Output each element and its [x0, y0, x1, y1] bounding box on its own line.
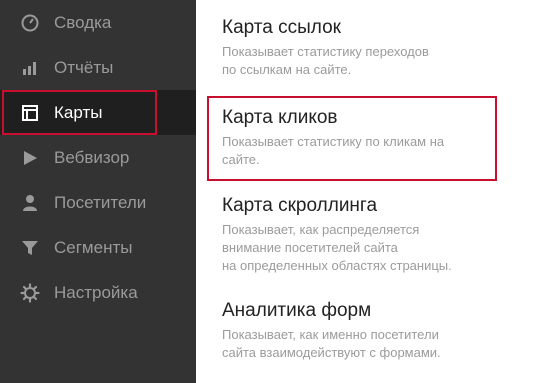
entry-description: Показывает, как именно посетители сайта … — [222, 327, 441, 360]
entry-title: Карта скроллинга — [222, 195, 378, 216]
sidebar-item-label: Настройка — [54, 282, 138, 302]
speedometer-icon — [20, 13, 40, 33]
menu-entry-click-map[interactable]: Карта кликов Показывает статистику по кл… — [222, 106, 522, 169]
sidebar-item-settings[interactable]: Настройка — [0, 270, 196, 315]
sidebar-item-label: Сводка — [54, 12, 112, 32]
menu-entry-form-analytics[interactable]: Аналитика форм Показывает, как именно по… — [222, 299, 522, 362]
funnel-icon — [20, 238, 40, 258]
bar-chart-icon — [20, 58, 40, 78]
sidebar-item-webvisor[interactable]: Вебвизор — [0, 135, 196, 180]
entry-title: Карта кликов — [222, 107, 338, 128]
layout-icon — [20, 103, 40, 123]
play-icon — [20, 148, 40, 168]
menu-entry-scroll-map[interactable]: Карта скроллинга Показывает, как распред… — [222, 194, 522, 275]
sidebar-item-label: Вебвизор — [54, 147, 130, 167]
entry-title: Карта ссылок — [222, 17, 341, 38]
sidebar-item-reports[interactable]: Отчёты — [0, 45, 196, 90]
entry-description: Показывает статистику по кликам на сайте… — [222, 134, 445, 167]
sidebar-item-label: Посетители — [54, 192, 147, 212]
entry-title: Аналитика форм — [222, 300, 372, 321]
sidebar-item-summary[interactable]: Сводка — [0, 0, 196, 45]
sidebar-item-segments[interactable]: Сегменты — [0, 225, 196, 270]
sidebar-item-visitors[interactable]: Посетители — [0, 180, 196, 225]
sidebar-item-label: Карты — [54, 102, 103, 122]
maps-menu: Карта ссылок Показывает статистику перех… — [196, 0, 533, 383]
sidebar: Сводка Отчёты Карты Вебвизор Посетители … — [0, 0, 196, 383]
menu-entry-link-map[interactable]: Карта ссылок Показывает статистику перех… — [222, 16, 522, 79]
entry-description: Показывает статистику переходов по ссылк… — [222, 44, 429, 77]
entry-description: Показывает, как распределяется внимание … — [222, 222, 452, 273]
sidebar-item-label: Отчёты — [54, 57, 114, 77]
sidebar-item-maps[interactable]: Карты — [0, 90, 196, 135]
person-icon — [20, 193, 40, 213]
gear-icon — [20, 282, 40, 303]
sidebar-item-label: Сегменты — [54, 237, 133, 257]
